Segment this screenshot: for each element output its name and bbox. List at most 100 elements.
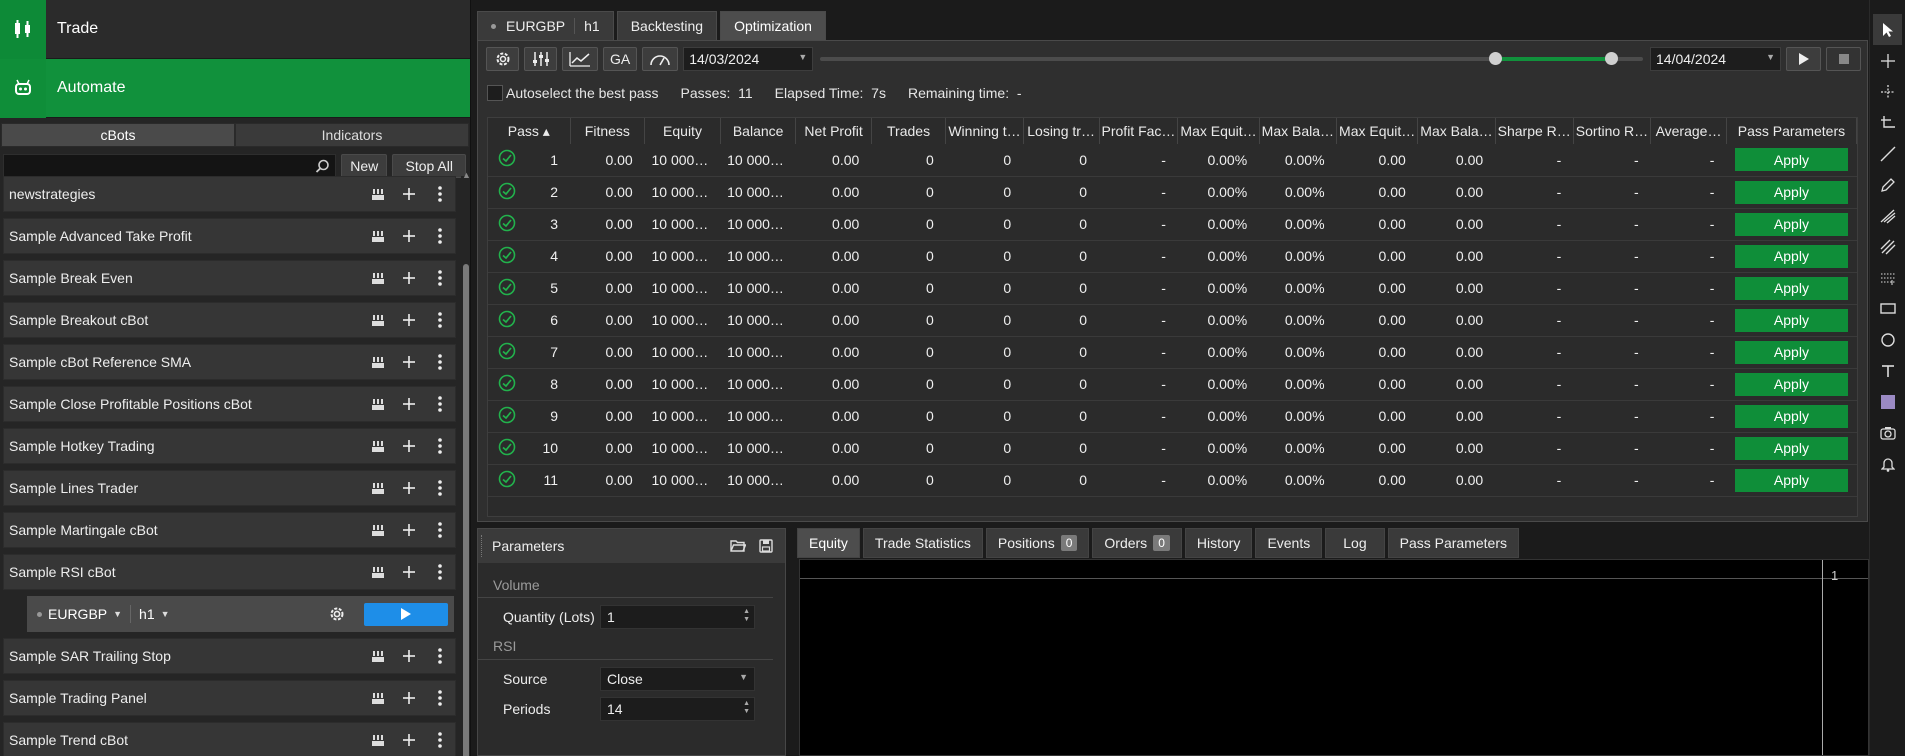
column-header[interactable]: Pass Parameters — [1726, 118, 1858, 144]
more-options-icon[interactable] — [424, 648, 455, 664]
column-header[interactable]: Net Profit — [795, 118, 872, 144]
column-header[interactable]: Trades — [871, 118, 947, 144]
add-instance-icon[interactable] — [393, 187, 424, 201]
instances-icon[interactable] — [362, 398, 393, 411]
stop-all-button[interactable]: Stop All — [392, 153, 466, 178]
tab-positions[interactable]: Positions 0 — [985, 528, 1090, 558]
tab-symbol[interactable]: EURGBP h1 — [477, 11, 614, 40]
table-row[interactable]: 2 0.00 10 000… 10 000… 0.00 0 0 0-0.00% 0.00% 0.0… — [488, 176, 1857, 209]
stepper-arrows-icon[interactable]: ▲ ▼ — [743, 608, 750, 624]
column-header[interactable]: Average… — [1650, 118, 1727, 144]
more-options-icon[interactable] — [424, 522, 455, 538]
more-options-icon[interactable] — [424, 396, 455, 412]
table-row[interactable]: 3 0.00 10 000… 10 000… 0.00 0 0 0-0.00% 0.00% 0.0… — [488, 208, 1857, 241]
more-options-icon[interactable] — [424, 312, 455, 328]
tab-orders[interactable]: Orders 0 — [1092, 528, 1182, 558]
column-header[interactable]: Profit Fac… — [1099, 118, 1179, 144]
instances-icon[interactable] — [362, 482, 393, 495]
table-row[interactable]: 7 0.00 10 000… 10 000… 0.00 0 0 0-0.00% 0.00% 0.0… — [488, 336, 1857, 369]
start-optimization-button[interactable] — [1786, 47, 1821, 71]
table-row[interactable]: 5 0.00 10 000… 10 000… 0.00 0 0 0-0.00% 0.00% 0.0… — [488, 272, 1857, 305]
chart-button[interactable] — [562, 47, 598, 71]
instances-icon[interactable] — [362, 356, 393, 369]
periods-stepper[interactable]: 14 ▲ ▼ — [600, 697, 755, 721]
list-item[interactable]: Sample Martingale cBot — [3, 512, 456, 548]
instances-icon[interactable] — [362, 272, 393, 285]
table-row[interactable]: 4 0.00 10 000… 10 000… 0.00 0 0 0-0.00% 0.00% 0.0… — [488, 240, 1857, 273]
checkbox[interactable] — [487, 85, 503, 101]
apply-button[interactable]: Apply — [1734, 276, 1848, 300]
list-scrollbar[interactable]: ▲ — [461, 170, 471, 756]
more-options-icon[interactable] — [424, 354, 455, 370]
column-header[interactable]: Sharpe R… — [1495, 118, 1574, 144]
table-row[interactable]: 9 0.00 10 000… 10 000… 0.00 0 0 0-0.00% 0.00% 0.0… — [488, 400, 1857, 433]
more-options-icon[interactable] — [424, 270, 455, 286]
apply-button[interactable]: Apply — [1734, 372, 1848, 396]
table-row[interactable]: 10 0.00 10 000… 10 000… 0.00 0 0 0-0.00% 0.00% 0.… — [488, 432, 1857, 465]
list-item[interactable]: Sample cBot Reference SMA — [3, 344, 456, 380]
speed-button[interactable] — [642, 47, 679, 71]
column-header[interactable]: Pass ▴ — [488, 118, 571, 144]
chevron-down-icon[interactable]: ▼ — [161, 609, 170, 619]
cbot-instance[interactable]: EURGBP ▼ h1 ▼ — [27, 596, 454, 632]
instance-timeframe[interactable]: h1 — [139, 606, 155, 622]
apply-button[interactable]: Apply — [1734, 468, 1848, 492]
tab-history[interactable]: History — [1184, 528, 1253, 558]
alert-bell-icon[interactable] — [1870, 448, 1905, 479]
instances-icon[interactable] — [362, 734, 393, 747]
stepper-arrows-icon[interactable]: ▲ ▼ — [743, 700, 750, 716]
start-date-picker[interactable]: 14/03/2024 ▼ — [683, 47, 814, 71]
tab-backtesting[interactable]: Backtesting — [616, 11, 718, 40]
more-options-icon[interactable] — [424, 732, 455, 748]
more-options-icon[interactable] — [424, 186, 455, 202]
table-row[interactable]: 6 0.00 10 000… 10 000… 0.00 0 0 0-0.00% 0.00% 0.0… — [488, 304, 1857, 337]
trendline-icon[interactable] — [1870, 138, 1905, 169]
instances-icon[interactable] — [362, 230, 393, 243]
end-date-picker[interactable]: 14/04/2024 ▼ — [1650, 47, 1781, 71]
instances-icon[interactable] — [362, 314, 393, 327]
apply-button[interactable]: Apply — [1734, 308, 1848, 332]
tab-events[interactable]: Events — [1255, 528, 1323, 558]
instance-symbol[interactable]: EURGBP — [48, 606, 107, 622]
scroll-up-icon[interactable]: ▲ — [462, 170, 471, 180]
instances-icon[interactable] — [362, 188, 393, 201]
add-instance-icon[interactable] — [393, 313, 424, 327]
ga-button[interactable]: GA — [603, 47, 638, 71]
instances-icon[interactable] — [362, 692, 393, 705]
search-icon[interactable] — [315, 159, 330, 174]
channel-icon[interactable] — [1870, 262, 1905, 293]
tab-log[interactable]: Log — [1325, 528, 1385, 558]
apply-button[interactable]: Apply — [1734, 244, 1848, 268]
color-swatch-icon[interactable] — [1870, 386, 1905, 417]
chevron-down-icon[interactable]: ▼ — [113, 609, 122, 619]
table-row[interactable]: 8 0.00 10 000… 10 000… 0.00 0 0 0-0.00% 0.00% 0.0… — [488, 368, 1857, 401]
add-instance-icon[interactable] — [393, 649, 424, 663]
list-item[interactable]: Sample Breakout cBot — [3, 302, 456, 338]
table-row[interactable]: 1 0.00 10 000… 10 000… 0.00 0 0 0-0.00% 0.00% 0.0… — [488, 144, 1857, 177]
settings-button[interactable] — [486, 47, 519, 71]
list-item[interactable]: Sample RSI cBot — [3, 554, 456, 590]
instances-icon[interactable] — [362, 566, 393, 579]
instances-icon[interactable] — [362, 440, 393, 453]
add-instance-icon[interactable] — [393, 271, 424, 285]
more-options-icon[interactable] — [424, 228, 455, 244]
source-select[interactable]: Close ▼ — [600, 667, 755, 691]
quantity-stepper[interactable]: 1 ▲ ▼ — [600, 605, 755, 629]
ruler-icon[interactable] — [1870, 107, 1905, 138]
column-header[interactable]: Balance — [720, 118, 797, 144]
apply-button[interactable]: Apply — [1734, 340, 1848, 364]
apply-button[interactable]: Apply — [1734, 180, 1848, 204]
crosshair-icon[interactable] — [1870, 45, 1905, 76]
add-instance-icon[interactable] — [393, 733, 424, 747]
tab-trade-statistics[interactable]: Trade Statistics — [862, 528, 983, 558]
tab-equity[interactable]: Equity — [797, 528, 860, 558]
apply-button[interactable]: Apply — [1734, 148, 1848, 172]
fibonacci-icon[interactable] — [1870, 200, 1905, 231]
date-range-slider[interactable] — [818, 47, 1645, 71]
column-header[interactable]: Fitness — [570, 118, 646, 144]
list-item[interactable]: Sample Advanced Take Profit — [3, 218, 456, 254]
column-header[interactable]: Max Equit… — [1336, 118, 1419, 144]
column-header[interactable]: Losing tr… — [1023, 118, 1100, 144]
column-header[interactable]: Max Equit… — [1177, 118, 1260, 144]
apply-button[interactable]: Apply — [1734, 404, 1848, 428]
